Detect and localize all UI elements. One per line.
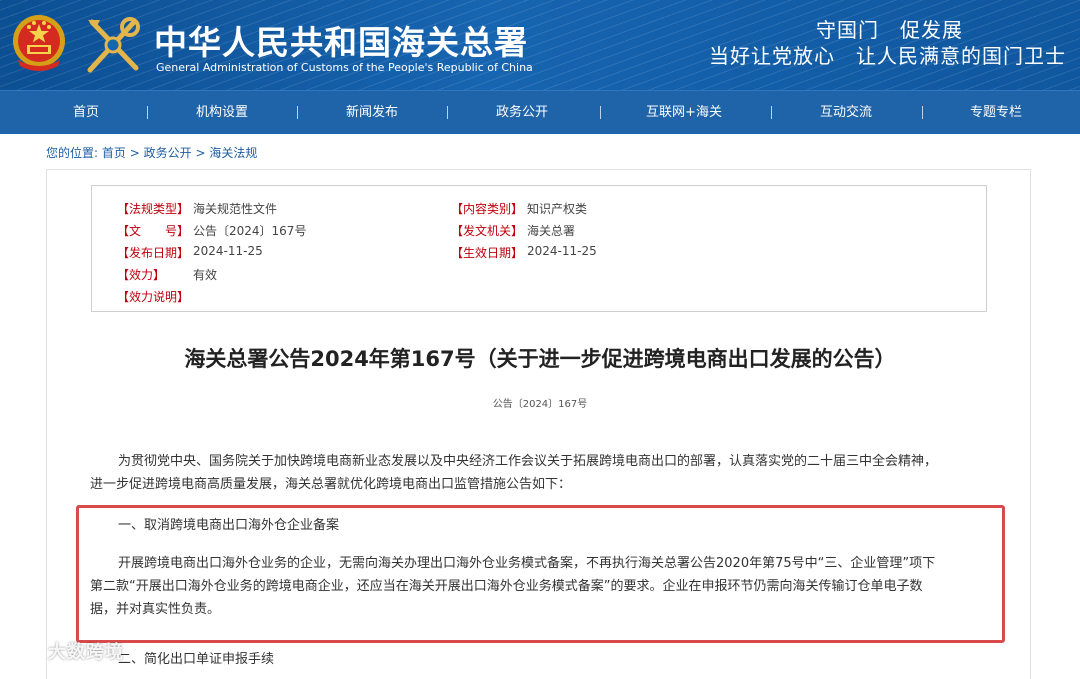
slogan-line-2: 当好让党放心 让人民满意的国门卫士 xyxy=(709,44,1066,68)
intro-paragraph: 为贯彻党中央、国务院关于加快跨境电商新业态发展以及中央经济工作会议关于拓展跨境电… xyxy=(90,450,990,496)
nav-item-government-affairs[interactable]: 政务公开 xyxy=(462,91,582,134)
highlight-annotation-box xyxy=(76,505,1005,643)
meta-label-regulation-type: 【法规类型】 xyxy=(117,202,190,216)
nav-separator xyxy=(147,106,148,119)
meta-label-content-category: 【内容类别】 xyxy=(451,202,524,216)
meta-value-publish-date: 2024-11-25 xyxy=(193,244,263,258)
meta-value-issuing-authority: 海关总署 xyxy=(527,224,576,238)
breadcrumb-item-government-affairs[interactable]: 政务公开 xyxy=(144,146,192,160)
nav-item-news[interactable]: 新闻发布 xyxy=(312,91,432,134)
main-nav: 首页 机构设置 新闻发布 政务公开 互联网+海关 互动交流 专题专栏 xyxy=(0,90,1080,134)
nav-separator xyxy=(771,106,772,119)
intro-line-2: 进一步促进跨境电商高质量发展，海关总署就优化跨境电商出口监管措施公告如下： xyxy=(90,477,572,492)
nav-item-special-topics[interactable]: 专题专栏 xyxy=(936,91,1056,134)
watermark: 大数跨境 xyxy=(8,638,124,664)
meta-value-document-number: 公告〔2024〕167号 xyxy=(193,224,307,238)
breadcrumb-separator: > xyxy=(195,146,206,160)
breadcrumb-item-regulations[interactable]: 海关法规 xyxy=(209,146,257,160)
meta-label-validity-note: 【效力说明】 xyxy=(117,290,190,304)
watermark-text: 大数跨境 xyxy=(48,642,124,663)
slogan-line-1: 守国门 促发展 xyxy=(816,18,963,42)
breadcrumb: 您的位置: 首页 > 政务公开 > 海关法规 xyxy=(46,144,257,161)
weibo-logo-icon xyxy=(9,641,40,662)
breadcrumb-item-home[interactable]: 首页 xyxy=(102,146,126,160)
site-title: 中华人民共和国海关总署 xyxy=(154,23,528,62)
section-2-heading: 二、简化出口单证申报手续 xyxy=(90,648,990,671)
nav-separator xyxy=(922,106,923,119)
meta-label-publish-date: 【发布日期】 xyxy=(117,246,190,260)
document-title: 海关总署公告2024年第167号（关于进一步促进跨境电商出口发展的公告） xyxy=(184,347,896,371)
site-banner: 中华人民共和国海关总署 General Administration of Cu… xyxy=(0,0,1080,90)
nav-separator xyxy=(600,106,601,119)
intro-line-1: 为贯彻党中央、国务院关于加快跨境电商新业态发展以及中央经济工作会议关于拓展跨境电… xyxy=(118,454,938,469)
meta-label-validity: 【效力】 xyxy=(117,268,166,282)
nav-separator xyxy=(297,106,298,119)
nav-item-home[interactable]: 首页 xyxy=(26,91,146,134)
meta-value-validity: 有效 xyxy=(193,268,218,282)
section-2-heading-text: 二、简化出口单证申报手续 xyxy=(118,652,275,667)
meta-value-content-category: 知识产权类 xyxy=(527,202,588,216)
national-emblem-icon[interactable] xyxy=(10,14,68,74)
nav-item-interaction[interactable]: 互动交流 xyxy=(786,91,906,134)
breadcrumb-prefix: 您的位置: xyxy=(46,146,99,160)
document-number: 公告〔2024〕167号 xyxy=(492,399,588,410)
meta-label-document-number: 【文 号】 xyxy=(117,224,190,238)
nav-separator xyxy=(447,106,448,119)
meta-value-regulation-type: 海关规范性文件 xyxy=(193,202,278,216)
meta-label-effective-date: 【生效日期】 xyxy=(451,246,524,260)
meta-label-issuing-authority: 【发文机关】 xyxy=(451,224,524,238)
nav-item-organization[interactable]: 机构设置 xyxy=(162,91,282,134)
customs-logo-icon[interactable] xyxy=(82,14,144,76)
nav-item-internet-customs[interactable]: 互联网+海关 xyxy=(624,91,744,134)
site-subtitle: General Administration of Customs of the… xyxy=(156,61,533,74)
breadcrumb-separator: > xyxy=(129,146,140,160)
meta-value-effective-date: 2024-11-25 xyxy=(527,244,597,258)
